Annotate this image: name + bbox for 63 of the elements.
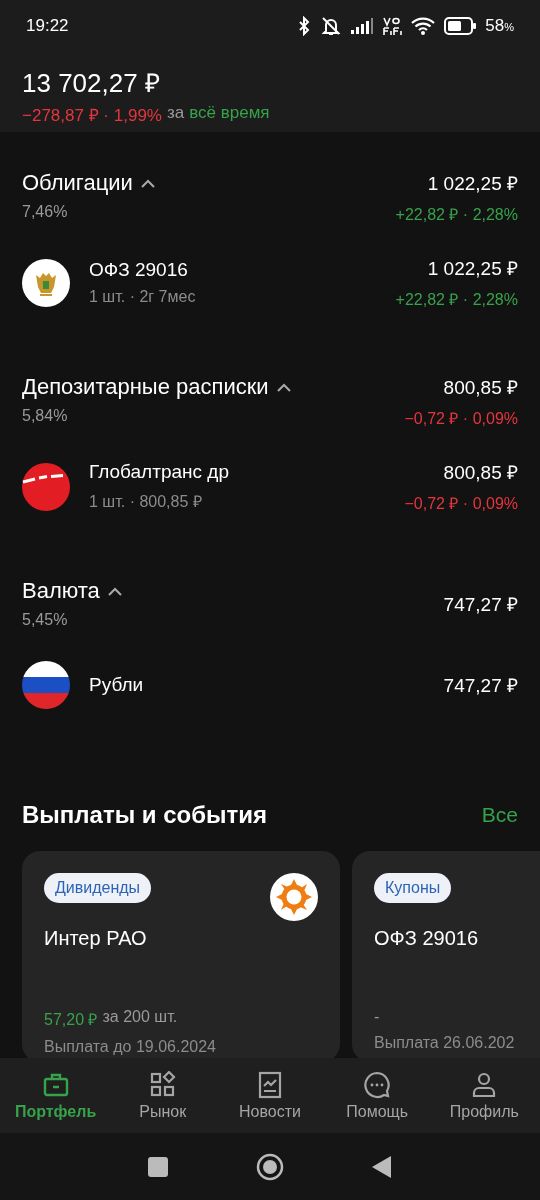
group-change: +22,82 ₽ · 2,28%: [395, 205, 518, 225]
group-value: 747,27 ₽: [443, 592, 518, 617]
asset-value: 747,27 ₽: [443, 674, 518, 698]
nav-tab[interactable]: Новости: [216, 1070, 323, 1121]
battery-level: 58%: [485, 16, 514, 36]
grid-icon: [148, 1070, 177, 1099]
payout-quantity: за 200 шт.: [102, 1008, 178, 1027]
group-value: 800,85 ₽: [443, 376, 518, 400]
period-label: за: [166, 103, 185, 124]
event-card[interactable]: Купоны ОФЗ 29016 - Выплата 26.06.202: [352, 851, 540, 1058]
vowifi-icon: [382, 16, 403, 36]
payout-quantity: -: [374, 1008, 380, 1026]
group-change: −0,72 ₽ · 0,09%: [404, 409, 518, 429]
group-title: Облигации: [22, 170, 133, 196]
caret-icon[interactable]: [140, 178, 155, 188]
period-link[interactable]: всё время: [189, 103, 270, 126]
asset-name: ОФЗ 29016: [89, 259, 189, 281]
chat-icon: [363, 1070, 392, 1099]
recents-button[interactable]: [148, 1156, 168, 1177]
group-value: 1 022,25 ₽: [427, 172, 518, 196]
asset-name: Глобалтранс др: [89, 461, 230, 483]
sun-logo-icon: [270, 873, 318, 921]
nav-tab[interactable]: Рынок: [109, 1070, 216, 1121]
event-tag: Купоны: [374, 873, 452, 903]
asset-detail: 1 шт. · 2г 7мес: [89, 288, 197, 306]
signal-icon: [351, 18, 374, 34]
nav-tab[interactable]: Профиль: [431, 1070, 538, 1121]
asset-value: 1 022,25 ₽: [427, 257, 518, 281]
event-tag: Дивиденды: [44, 873, 152, 903]
event-name: Интер РАО: [44, 927, 148, 950]
muted-bell-icon: [320, 16, 343, 36]
group-share: 5,84%: [22, 407, 69, 425]
back-button[interactable]: [372, 1155, 392, 1178]
nav-tab[interactable]: Портфель: [2, 1070, 109, 1121]
asset-name: Рубли: [89, 674, 145, 696]
emblem-icon: [22, 258, 70, 307]
asset-change: +22,82 ₽ · 2,28%: [395, 290, 518, 310]
payout-amount: 57,20 ₽: [44, 1010, 98, 1030]
group-title: Валюта: [22, 578, 100, 604]
caret-icon[interactable]: [276, 382, 291, 392]
asset-detail: 1 шт. · 800,85 ₽: [89, 492, 203, 512]
payout-date: Выплата 26.06.202: [374, 1034, 516, 1052]
payout-date: Выплата до 19.06.2024: [44, 1038, 217, 1056]
total-change: −278,87 ₽ · 1,99%: [22, 105, 162, 126]
asset-value: 800,85 ₽: [443, 461, 518, 485]
bluetooth-icon: [297, 16, 312, 36]
wifi-icon: [411, 17, 436, 35]
all-link[interactable]: Все: [481, 803, 518, 827]
group-share: 7,46%: [22, 203, 69, 221]
group-share: 5,45%: [22, 611, 69, 629]
portfolio-total: 13 702,27 ₽: [22, 67, 160, 100]
flag-icon: [22, 661, 70, 709]
event-name: ОФЗ 29016: [374, 927, 479, 950]
asset-change: −0,72 ₽ · 0,09%: [404, 494, 518, 514]
status-time: 19:22: [26, 16, 69, 36]
caret-icon[interactable]: [107, 586, 122, 596]
group-title: Депозитарные расписки: [22, 374, 269, 400]
home-button[interactable]: [256, 1152, 284, 1181]
striped-circle-logo-icon: [22, 462, 70, 511]
nav-tab[interactable]: Помощь: [324, 1070, 431, 1121]
event-card[interactable]: Дивиденды Интер РАО 57,20 ₽ за 200 шт. Выплата до 19.06.2024: [22, 851, 340, 1058]
section-title: Выплаты и события: [22, 801, 268, 829]
battery-icon: [444, 17, 477, 35]
